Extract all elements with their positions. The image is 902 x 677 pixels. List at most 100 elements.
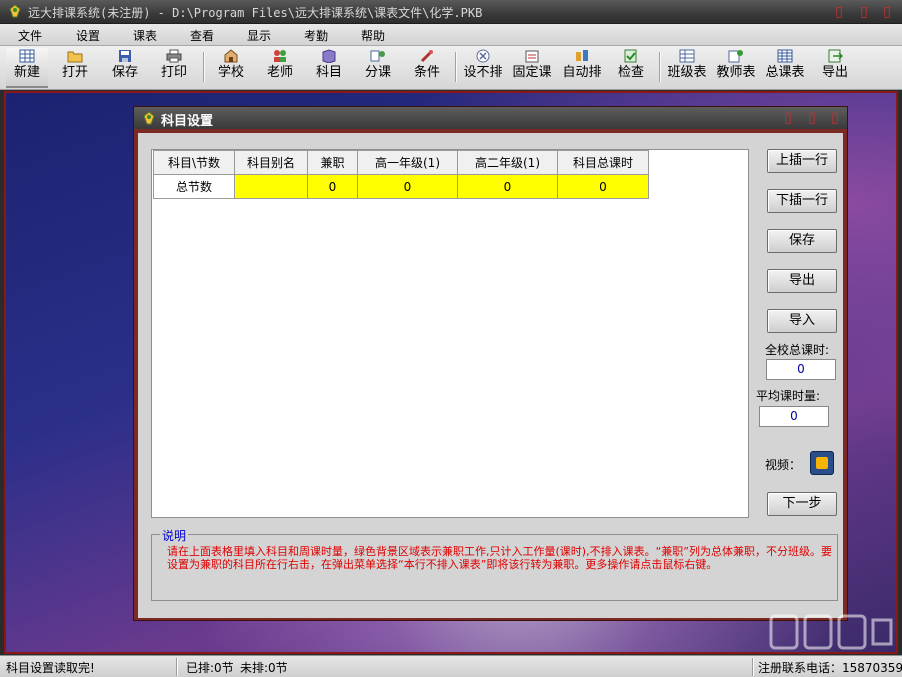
app-logo-icon: [9, 4, 21, 18]
grid-new-icon: [19, 49, 35, 63]
video-icon: [816, 457, 828, 469]
video-play-button[interactable]: [810, 451, 834, 475]
menu-view[interactable]: 查看: [190, 27, 214, 44]
status-separator: [176, 658, 178, 676]
fixed-lesson-icon: [525, 50, 539, 63]
window-title-bar: 远大排课系统(未注册) - D:\Program Files\远大排课系统\课表…: [0, 0, 902, 24]
toolbar: 新建 打开 保存 打印 学校 老师 科目 分课 条件 设不排 固定课 自动排 检…: [0, 46, 902, 90]
grid-header-cell: 科目总课时: [557, 150, 649, 175]
school-total-hours-label: 全校总课时:: [765, 343, 830, 357]
status-registration-phone: 注册联系电话：15870359: [758, 661, 902, 675]
toolbar-class-table-button[interactable]: 班级表: [665, 48, 709, 88]
menu-display[interactable]: 显示: [247, 27, 271, 44]
grid-cell[interactable]: 0: [307, 174, 358, 199]
export-button[interactable]: 导出: [767, 269, 837, 293]
average-hours-field[interactable]: 0: [759, 406, 829, 427]
master-table-icon: [777, 49, 793, 63]
grid-header-cell: 高一年级(1): [357, 150, 458, 175]
toolbar-teachers-button[interactable]: 老师: [261, 48, 299, 88]
grid-header-cell: 高二年级(1): [457, 150, 558, 175]
floppy-disk-icon: [119, 50, 131, 62]
grid-cell: 总节数: [153, 174, 235, 199]
import-button[interactable]: 导入: [767, 309, 837, 333]
explanation-text: 请在上面表格里填入科目和周课时量，绿色背景区域表示兼职工作,只计入工作量(课时)…: [167, 545, 832, 571]
check-icon: [624, 49, 637, 63]
status-separator: [752, 658, 754, 676]
assign-icon: [370, 50, 385, 62]
menu-file[interactable]: 文件: [18, 27, 42, 44]
toolbar-teacher-table-button[interactable]: 教师表: [714, 48, 758, 88]
average-hours-label: 平均课时量:: [756, 389, 821, 403]
toolbar-no-schedule-button[interactable]: 设不排: [461, 48, 505, 88]
toolbar-fixed-lesson-button[interactable]: 固定课: [510, 48, 554, 88]
status-scheduled: 已排:0节: [186, 661, 234, 675]
toolbar-separator: [203, 52, 205, 82]
grid-cell[interactable]: 0: [357, 174, 458, 199]
grid-header-row: 科目\节数 科目别名 兼职 高一年级(1) 高二年级(1) 科目总课时: [153, 150, 649, 175]
toolbar-condition-button[interactable]: 条件: [408, 48, 446, 88]
toolbar-export-button[interactable]: 导出: [817, 48, 853, 88]
school-total-hours-field[interactable]: 0: [766, 359, 836, 380]
grid-header-cell: 科目\节数: [153, 150, 235, 175]
table-row[interactable]: 总节数 0 0 0 0: [153, 174, 649, 199]
status-unscheduled: 未排:0节: [240, 661, 288, 675]
menu-attendance[interactable]: 考勤: [304, 27, 328, 44]
status-message: 科目设置读取完!: [6, 661, 95, 675]
teachers-icon: [274, 50, 286, 62]
auto-schedule-icon: [576, 50, 588, 61]
grid-header-cell: 兼职: [307, 150, 358, 175]
folder-open-icon: [67, 51, 83, 63]
grid-cell[interactable]: [234, 174, 308, 199]
grid-header-cell: 科目别名: [234, 150, 308, 175]
close-button[interactable]: ▯: [879, 3, 895, 21]
dialog-title-bar: 科目设置 ▯ ▯ ▯: [134, 107, 847, 129]
condition-icon: [420, 50, 433, 63]
teacher-table-icon: [728, 50, 743, 63]
school-icon: [224, 49, 238, 63]
app-logo-icon: [143, 111, 155, 125]
menu-settings[interactable]: 设置: [76, 27, 100, 44]
grid-cell[interactable]: 0: [457, 174, 558, 199]
menu-help[interactable]: 帮助: [361, 27, 385, 44]
insert-row-below-button[interactable]: 下插一行: [767, 189, 837, 213]
export-icon: [828, 49, 843, 63]
menu-bar: 文件 设置 课表 查看 显示 考勤 帮助: [0, 24, 902, 46]
subject-grid[interactable]: 科目\节数 科目别名 兼职 高一年级(1) 高二年级(1) 科目总课时 总节数 …: [153, 150, 649, 199]
video-label: 视频：: [765, 458, 802, 472]
subject-settings-dialog: 科目设置 ▯ ▯ ▯ 科目\节数 科目别名 兼职 高一年级(1) 高二年级(1)…: [133, 106, 848, 621]
insert-row-above-button[interactable]: 上插一行: [767, 149, 837, 173]
class-table-icon: [679, 49, 695, 63]
toolbar-check-button[interactable]: 检查: [612, 48, 650, 88]
dialog-title: 科目设置: [161, 114, 214, 129]
minimize-button[interactable]: ▯: [831, 3, 847, 21]
toolbar-auto-schedule-button[interactable]: 自动排: [560, 48, 604, 88]
maximize-button[interactable]: ▯: [856, 3, 872, 21]
save-button[interactable]: 保存: [767, 229, 837, 253]
printer-icon: [166, 49, 182, 63]
dialog-body: 科目\节数 科目别名 兼职 高一年级(1) 高二年级(1) 科目总课时 总节数 …: [138, 133, 843, 618]
toolbar-open-button[interactable]: 打开: [56, 48, 94, 88]
no-schedule-icon: [476, 49, 490, 63]
grid-cell[interactable]: 0: [557, 174, 649, 199]
window-title: 远大排课系统(未注册) - D:\Program Files\远大排课系统\课表…: [28, 6, 483, 20]
explanation-groupbox: 说明 请在上面表格里填入科目和周课时量，绿色背景区域表示兼职工作,只计入工作量(…: [151, 527, 838, 601]
toolbar-print-button[interactable]: 打印: [155, 48, 193, 88]
menu-timetable[interactable]: 课表: [133, 27, 157, 44]
toolbar-separator: [455, 52, 457, 82]
next-step-button[interactable]: 下一步: [767, 492, 837, 516]
dialog-maximize-button[interactable]: ▯: [804, 109, 820, 127]
toolbar-master-table-button[interactable]: 总课表: [763, 48, 807, 88]
dialog-minimize-button[interactable]: ▯: [780, 109, 796, 127]
toolbar-subject-button[interactable]: 科目: [310, 48, 348, 88]
status-bar: 科目设置读取完! 已排:0节 未排:0节 注册联系电话：15870359: [0, 655, 902, 677]
site-watermark-logo: [769, 614, 893, 650]
toolbar-save-button[interactable]: 保存: [106, 48, 144, 88]
toolbar-school-button[interactable]: 学校: [212, 48, 250, 88]
dialog-close-button[interactable]: ▯: [827, 109, 843, 127]
explanation-legend: 说明: [160, 527, 189, 544]
toolbar-new-button[interactable]: 新建: [6, 48, 48, 88]
book-icon: [322, 49, 336, 63]
toolbar-separator: [659, 52, 661, 82]
toolbar-assign-button[interactable]: 分课: [359, 48, 397, 88]
subject-grid-panel[interactable]: 科目\节数 科目别名 兼职 高一年级(1) 高二年级(1) 科目总课时 总节数 …: [151, 149, 749, 518]
